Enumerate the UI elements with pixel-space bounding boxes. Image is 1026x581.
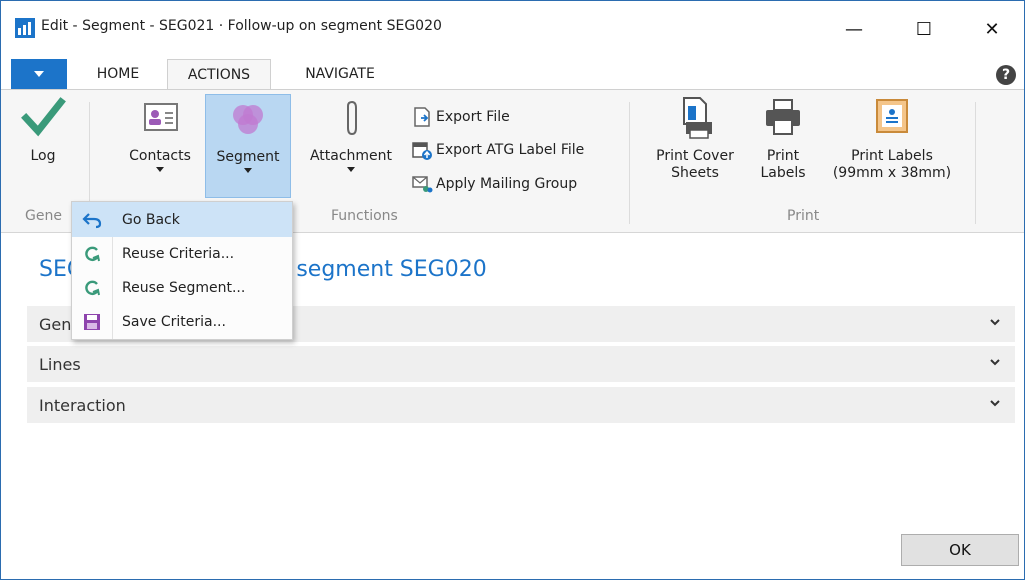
fasttab-label: Gen	[39, 315, 72, 334]
print-labels-label-2: Labels	[760, 165, 806, 181]
export-atg-label: Export ATG Label File	[436, 142, 585, 158]
menu-item-go-back[interactable]: Go Back	[72, 202, 292, 237]
undo-arrow-icon	[82, 212, 102, 228]
ok-button[interactable]: OK	[901, 534, 1019, 566]
apply-mailing-group-button[interactable]: Apply Mailing Group	[411, 173, 577, 195]
chevron-down-icon	[990, 319, 1000, 326]
menu-item-label: Save Criteria...	[122, 314, 226, 330]
log-button[interactable]: Log	[17, 94, 69, 165]
group-label-functions: Functions	[331, 208, 398, 224]
minimize-button[interactable]: —	[831, 11, 877, 47]
print-labels-button[interactable]: Print Labels	[755, 94, 811, 182]
print-cover-label-1: Print Cover	[656, 148, 734, 164]
print-labels-99-label-1: Print Labels	[851, 148, 933, 164]
contacts-label: Contacts	[129, 148, 191, 164]
group-label-print: Print	[787, 208, 820, 224]
refresh-icon	[85, 280, 100, 296]
maximize-button[interactable]: ☐	[901, 11, 947, 47]
tab-navigate[interactable]: NAVIGATE	[281, 59, 399, 89]
contacts-button[interactable]: Contacts	[119, 94, 201, 172]
menu-item-label: Reuse Segment...	[122, 280, 246, 296]
label-sheet-icon	[876, 99, 908, 133]
print-labels-99mm-button[interactable]: Print Labels (99mm x 38mm)	[821, 94, 963, 182]
segment-venn-icon	[233, 105, 263, 134]
segment-dropdown-menu: Go Back Reuse Criteria... Reuse Segment.…	[71, 201, 293, 340]
tab-actions[interactable]: ACTIONS	[167, 59, 271, 90]
export-file-button[interactable]: Export File	[411, 106, 510, 128]
group-label-general: Gene	[25, 208, 62, 224]
help-icon[interactable]: ?	[996, 65, 1016, 85]
menu-item-label: Reuse Criteria...	[122, 246, 235, 262]
menu-item-label: Go Back	[122, 211, 180, 228]
fasttab-lines[interactable]: Lines	[27, 346, 1015, 384]
print-cover-label-2: Sheets	[671, 165, 719, 181]
fasttab-label: Interaction	[39, 396, 126, 415]
print-labels-99-label-2: (99mm x 38mm)	[832, 165, 952, 181]
apply-mailing-group-label: Apply Mailing Group	[436, 176, 578, 192]
checkmark-icon	[21, 97, 66, 137]
title-bar: Edit - Segment - SEG021 · Follow-up on s…	[1, 1, 1024, 59]
ribbon-tabs: HOME ACTIONS NAVIGATE ?	[1, 59, 1024, 90]
group-separator	[629, 102, 630, 224]
refresh-icon	[85, 246, 100, 262]
file-menu-tab[interactable]	[11, 59, 67, 89]
print-cover-icon	[683, 97, 712, 139]
chevron-down-icon	[990, 359, 1000, 366]
caret-down-icon	[34, 71, 44, 77]
contact-card-icon	[144, 103, 178, 131]
fasttab-label: Lines	[39, 355, 81, 374]
menu-item-save-criteria[interactable]: Save Criteria...	[72, 305, 292, 339]
close-button[interactable]: ✕	[969, 11, 1015, 47]
chevron-down-icon	[990, 400, 1000, 407]
export-file-label: Export File	[436, 109, 510, 125]
export-label-icon	[412, 142, 432, 160]
menu-item-reuse-segment[interactable]: Reuse Segment...	[72, 271, 292, 305]
dropdown-arrow-icon	[244, 168, 252, 173]
segment-label: Segment	[216, 149, 280, 165]
paperclip-icon	[347, 100, 357, 136]
menu-item-reuse-criteria[interactable]: Reuse Criteria...	[72, 237, 292, 271]
edit-segment-window: Edit - Segment - SEG021 · Follow-up on s…	[0, 0, 1025, 580]
fasttab-interaction[interactable]: Interaction	[27, 387, 1015, 425]
group-separator	[975, 102, 976, 224]
attachment-button[interactable]: Attachment	[299, 94, 403, 172]
print-cover-sheets-button[interactable]: Print Cover Sheets	[645, 94, 745, 182]
app-logo-icon	[15, 18, 35, 38]
dropdown-arrow-icon	[347, 167, 355, 172]
print-labels-label-1: Print	[766, 148, 800, 164]
save-icon	[84, 314, 100, 330]
export-file-icon	[414, 107, 430, 127]
log-label: Log	[30, 148, 56, 164]
mailing-group-icon	[412, 176, 433, 193]
export-atg-label-button[interactable]: Export ATG Label File	[411, 139, 584, 161]
attachment-label: Attachment	[309, 148, 393, 164]
window-title: Edit - Segment - SEG021 · Follow-up on s…	[41, 18, 442, 34]
page-title-right: on segment SEG020	[261, 257, 487, 282]
tab-home[interactable]: HOME	[77, 59, 159, 89]
segment-button[interactable]: Segment	[205, 94, 291, 198]
dropdown-arrow-icon	[156, 167, 164, 172]
printer-icon	[766, 99, 800, 135]
